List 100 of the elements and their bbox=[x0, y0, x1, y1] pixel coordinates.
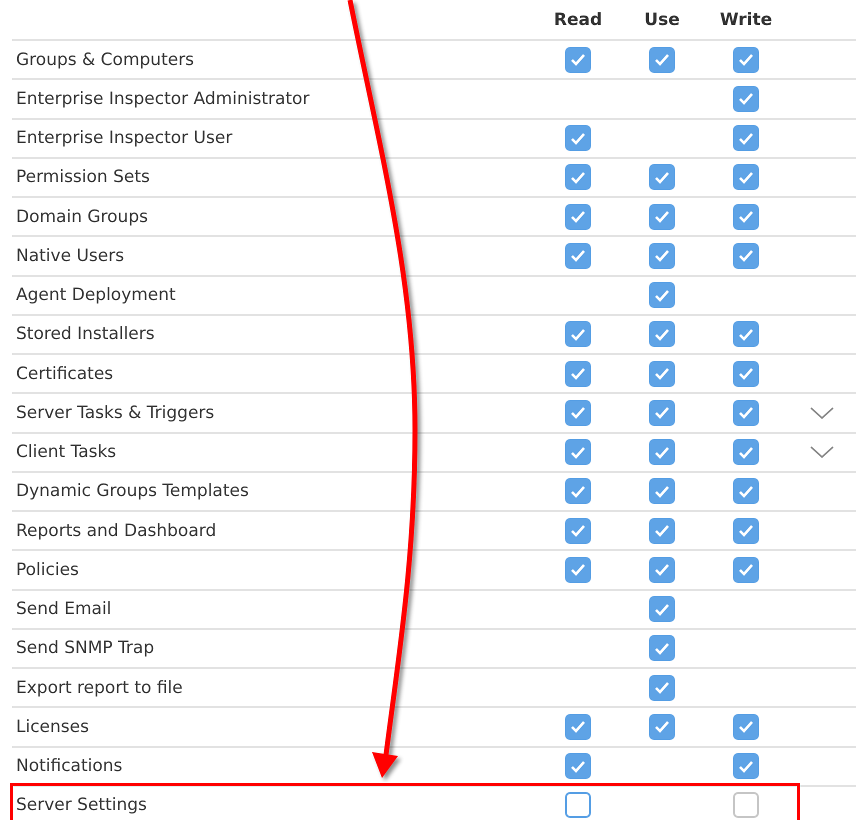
checkbox[interactable] bbox=[649, 164, 675, 190]
checkmark-icon bbox=[654, 367, 670, 380]
checkmark-icon bbox=[738, 446, 754, 459]
checkbox[interactable] bbox=[649, 674, 675, 701]
checkmark-icon bbox=[654, 170, 670, 184]
checkbox[interactable] bbox=[649, 596, 675, 622]
permission-label: Send Email bbox=[16, 599, 112, 620]
checkmark-icon bbox=[738, 484, 754, 498]
chevron-down-icon[interactable] bbox=[810, 445, 834, 460]
checkbox[interactable] bbox=[733, 86, 759, 112]
checkmark-icon bbox=[738, 720, 754, 734]
checkmark-icon bbox=[570, 132, 586, 145]
checkmark-icon bbox=[654, 720, 670, 734]
checkbox[interactable] bbox=[733, 518, 759, 544]
checkbox[interactable] bbox=[565, 792, 591, 818]
checkbox[interactable] bbox=[565, 204, 591, 230]
checkmark-icon bbox=[570, 524, 586, 538]
checkmark-icon bbox=[570, 446, 586, 459]
checkbox[interactable] bbox=[565, 753, 591, 780]
checkmark-icon bbox=[654, 210, 670, 224]
checkbox[interactable] bbox=[649, 242, 675, 269]
checkbox[interactable] bbox=[649, 360, 675, 387]
permission-label: Licenses bbox=[16, 716, 89, 737]
permission-label: Server Tasks & Triggers bbox=[16, 402, 214, 423]
checkmark-icon bbox=[570, 484, 586, 498]
checkbox[interactable] bbox=[649, 400, 675, 426]
checkmark-icon bbox=[654, 249, 670, 262]
checkbox[interactable] bbox=[649, 204, 675, 230]
permission-label: Policies bbox=[16, 560, 79, 580]
checkbox[interactable] bbox=[565, 242, 591, 269]
checkbox[interactable] bbox=[565, 556, 591, 583]
checkbox[interactable] bbox=[733, 556, 759, 583]
column-header: Write bbox=[718, 8, 774, 32]
checkmark-icon bbox=[654, 484, 670, 498]
checkmark-icon bbox=[738, 328, 754, 341]
checkmark-icon bbox=[570, 53, 586, 66]
checkmark-icon bbox=[654, 602, 670, 616]
checkbox[interactable] bbox=[565, 478, 591, 504]
checkbox[interactable] bbox=[649, 321, 675, 348]
permission-label: Reports and Dashboard bbox=[16, 520, 216, 541]
checkbox[interactable] bbox=[733, 439, 759, 466]
checkmark-icon bbox=[738, 760, 754, 773]
checkmark-icon bbox=[654, 406, 670, 420]
checkmark-icon bbox=[570, 367, 586, 380]
checkbox[interactable] bbox=[565, 46, 591, 73]
checkmark-icon bbox=[738, 210, 754, 224]
permission-label: Enterprise Inspector User bbox=[16, 128, 232, 148]
checkmark-icon bbox=[738, 92, 754, 106]
checkbox[interactable] bbox=[565, 360, 591, 387]
checkbox[interactable] bbox=[733, 125, 759, 152]
checkbox[interactable] bbox=[565, 125, 591, 152]
checkbox[interactable] bbox=[649, 439, 675, 466]
checkmark-icon bbox=[570, 328, 586, 341]
permission-label: Permission Sets bbox=[16, 167, 150, 188]
checkmark-icon bbox=[654, 328, 670, 341]
checkmark-icon bbox=[654, 642, 670, 655]
checkbox[interactable] bbox=[649, 714, 675, 740]
checkbox[interactable] bbox=[733, 164, 759, 190]
permission-label: Stored Installers bbox=[16, 324, 155, 344]
checkbox[interactable] bbox=[565, 164, 591, 190]
checkmark-icon bbox=[654, 681, 670, 694]
checkbox[interactable] bbox=[733, 204, 759, 230]
checkbox[interactable] bbox=[565, 714, 591, 740]
permission-label: Domain Groups bbox=[16, 206, 148, 227]
checkbox[interactable] bbox=[733, 478, 759, 504]
checkbox[interactable] bbox=[733, 46, 759, 73]
checkbox[interactable] bbox=[733, 400, 759, 426]
checkmark-icon bbox=[654, 563, 670, 576]
checkmark-icon bbox=[570, 406, 586, 420]
column-header: Use bbox=[643, 8, 681, 32]
checkbox[interactable] bbox=[649, 518, 675, 544]
permission-label: Dynamic Groups Templates bbox=[16, 481, 249, 502]
permission-label: Agent Deployment bbox=[16, 285, 176, 306]
checkbox[interactable] bbox=[565, 321, 591, 348]
checkmark-icon bbox=[570, 563, 586, 576]
checkbox[interactable] bbox=[733, 714, 759, 740]
checkmark-icon bbox=[738, 53, 754, 66]
checkmark-icon bbox=[738, 132, 754, 145]
checkbox[interactable] bbox=[565, 439, 591, 466]
permission-label: Client Tasks bbox=[16, 442, 116, 462]
permission-label: Server Settings bbox=[16, 795, 147, 816]
checkmark-icon bbox=[738, 406, 754, 420]
checkbox[interactable] bbox=[649, 556, 675, 583]
checkmark-icon bbox=[570, 760, 586, 773]
checkbox[interactable] bbox=[649, 635, 675, 662]
checkmark-icon bbox=[738, 563, 754, 576]
checkbox[interactable] bbox=[565, 400, 591, 426]
checkbox[interactable] bbox=[733, 321, 759, 348]
checkmark-icon bbox=[738, 170, 754, 184]
checkbox[interactable] bbox=[649, 46, 675, 73]
permission-label: Send SNMP Trap bbox=[16, 638, 154, 658]
checkmark-icon bbox=[654, 446, 670, 459]
checkbox[interactable] bbox=[649, 478, 675, 504]
chevron-down-icon[interactable] bbox=[810, 406, 834, 420]
checkbox[interactable] bbox=[649, 282, 675, 308]
checkbox[interactable] bbox=[733, 360, 759, 387]
checkbox[interactable] bbox=[733, 753, 759, 780]
checkmark-icon bbox=[570, 170, 586, 184]
checkbox[interactable] bbox=[565, 518, 591, 544]
checkbox[interactable] bbox=[733, 242, 759, 269]
